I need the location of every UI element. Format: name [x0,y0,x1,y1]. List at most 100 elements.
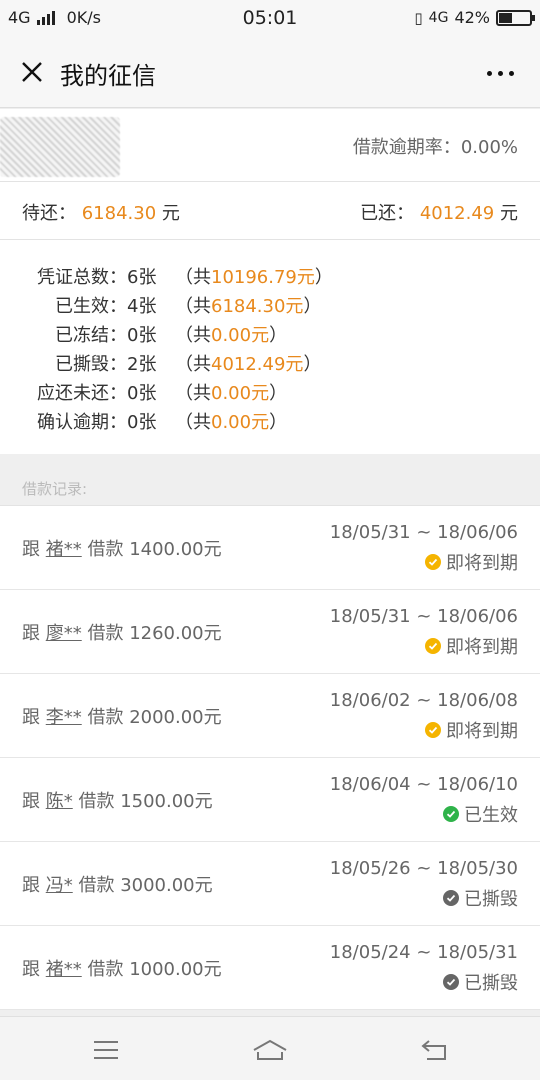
stat-count: 4张 [127,295,157,317]
title-bar: 我的征信 [0,36,540,108]
check-icon [425,722,441,738]
back-icon[interactable] [414,1033,454,1067]
record-dates: 18/06/02 ~ 18/06/08 [329,690,518,711]
battery-percent: 42% [454,8,490,27]
stat-open: （共 [175,382,211,404]
stat-open: （共 [175,324,211,346]
stat-amount: 0.00元 [211,411,270,433]
more-icon[interactable] [480,58,520,88]
record-amount: 借款 1400.00元 [87,539,222,560]
overdue-rate-value: 0.00% [460,137,518,158]
record-dates: 18/06/04 ~ 18/06/10 [329,774,518,795]
repaid-unit: 元 [500,203,518,224]
credit-summary: 借款逾期率：0.00% 待还： 6184.30 元 已还： 4012.49 元 … [0,109,540,454]
stat-amount: 6184.30元 [211,295,304,317]
network-label-right: 4G [428,9,449,26]
record-description: 跟 褚** 借款 1000.00元 [22,955,222,981]
loan-record[interactable]: 跟 陈* 借款 1500.00元 18/06/04 ~ 18/06/10 已生效 [0,758,540,842]
stat-count: 0张 [127,324,157,346]
record-prefix: 跟 [22,959,40,980]
status-label: 已撕毁 [464,889,518,910]
close-icon[interactable] [14,54,50,90]
repaid-label: 已还： [360,203,415,224]
check-icon [443,890,459,906]
page-title: 我的征信 [60,62,156,90]
voucher-stats: 凭证总数： 6张 （共 10196.79元 ） 已生效： 4张 （共 6184.… [22,261,333,435]
record-status: 已生效 [443,801,518,827]
record-dates: 18/05/24 ~ 18/05/31 [329,942,518,963]
record-prefix: 跟 [22,707,40,728]
stat-open: （共 [175,295,211,317]
pending-value: 6184.30 [81,203,157,224]
record-description: 跟 陈* 借款 1500.00元 [22,787,213,813]
record-prefix: 跟 [22,623,40,644]
system-nav-bar [0,1016,540,1080]
lender-name-link[interactable]: 李** [46,707,82,728]
stat-amount: 10196.79元 [211,266,315,288]
record-status: 已撕毁 [443,969,518,995]
stat-count: 0张 [127,382,157,404]
status-label: 已生效 [464,805,518,826]
stat-close: ） [303,295,322,317]
record-prefix: 跟 [22,539,40,560]
lender-name-link[interactable]: 廖** [46,623,82,644]
loan-record[interactable]: 跟 褚** 借款 1400.00元 18/05/31 ~ 18/06/06 即将… [0,506,540,590]
stat-row-total: 凭证总数： 6张 （共 10196.79元 ） [22,261,333,290]
record-description: 跟 褚** 借款 1400.00元 [22,535,222,561]
record-status: 已撕毁 [443,885,518,911]
pending-amount: 待还： 6184.30 元 [22,199,180,225]
record-description: 跟 冯* 借款 3000.00元 [22,871,213,897]
repaid-value: 4012.49 [419,203,495,224]
stat-open: （共 [175,266,211,288]
stat-row-frozen: 已冻结： 0张 （共 0.00元 ） [22,319,333,348]
battery-icon [496,9,535,26]
lender-name-link[interactable]: 冯* [46,875,73,896]
stat-count: 6张 [127,266,157,288]
records-header-label: 借款记录: [22,480,88,498]
stat-count: 0张 [127,411,157,433]
vibrate-icon: ▯ [414,8,423,27]
status-label: 已撕毁 [464,973,518,994]
loan-record[interactable]: 跟 褚** 借款 1000.00元 18/05/24 ~ 18/05/31 已撕… [0,926,540,1010]
loan-record-list: 跟 褚** 借款 1400.00元 18/05/31 ~ 18/06/06 即将… [0,506,540,1010]
status-right: ▯ 4G 42% [414,8,535,27]
stat-row-confirmed-overdue: 确认逾期： 0张 （共 0.00元 ） [22,406,333,435]
lender-name-link[interactable]: 褚** [46,539,82,560]
loan-record[interactable]: 跟 李** 借款 2000.00元 18/06/02 ~ 18/06/08 即将… [0,674,540,758]
check-icon [443,974,459,990]
user-name-blurred [0,117,120,177]
stat-label: 已生效： [55,295,127,317]
stat-row-due-unpaid: 应还未还： 0张 （共 0.00元 ） [22,377,333,406]
stat-label: 确认逾期： [37,411,127,433]
pending-label: 待还： [22,203,76,224]
divider [0,181,540,182]
record-description: 跟 李** 借款 2000.00元 [22,703,222,729]
status-label: 即将到期 [446,637,518,658]
stat-row-torn: 已撕毁： 2张 （共 4012.49元 ） [22,348,333,377]
lender-name-link[interactable]: 陈* [46,791,73,812]
record-status: 即将到期 [425,717,518,743]
stat-close: ） [314,266,333,288]
stat-close: ） [303,353,322,375]
home-icon[interactable] [250,1033,290,1067]
record-prefix: 跟 [22,791,40,812]
loan-record[interactable]: 跟 廖** 借款 1260.00元 18/05/31 ~ 18/06/06 即将… [0,590,540,674]
stat-row-active: 已生效： 4张 （共 6184.30元 ） [22,290,333,319]
stat-label: 凭证总数： [37,266,127,288]
stat-label: 已冻结： [55,324,127,346]
pending-unit: 元 [161,203,180,224]
stat-close: ） [269,411,288,433]
status-label: 即将到期 [446,553,518,574]
record-dates: 18/05/26 ~ 18/05/30 [329,858,518,879]
loan-record[interactable]: 跟 冯* 借款 3000.00元 18/05/26 ~ 18/05/30 已撕毁 [0,842,540,926]
record-amount: 借款 1500.00元 [78,791,213,812]
records-header: 借款记录: [0,454,540,506]
stat-amount: 0.00元 [211,382,270,404]
record-status: 即将到期 [425,633,518,659]
status-bar: 4G 0K/s 05:01 ▯ 4G 42% [0,0,540,36]
stat-label: 应还未还： [37,382,127,404]
menu-icon[interactable] [86,1033,126,1067]
check-icon [425,638,441,654]
lender-name-link[interactable]: 褚** [46,959,82,980]
check-icon [443,806,459,822]
